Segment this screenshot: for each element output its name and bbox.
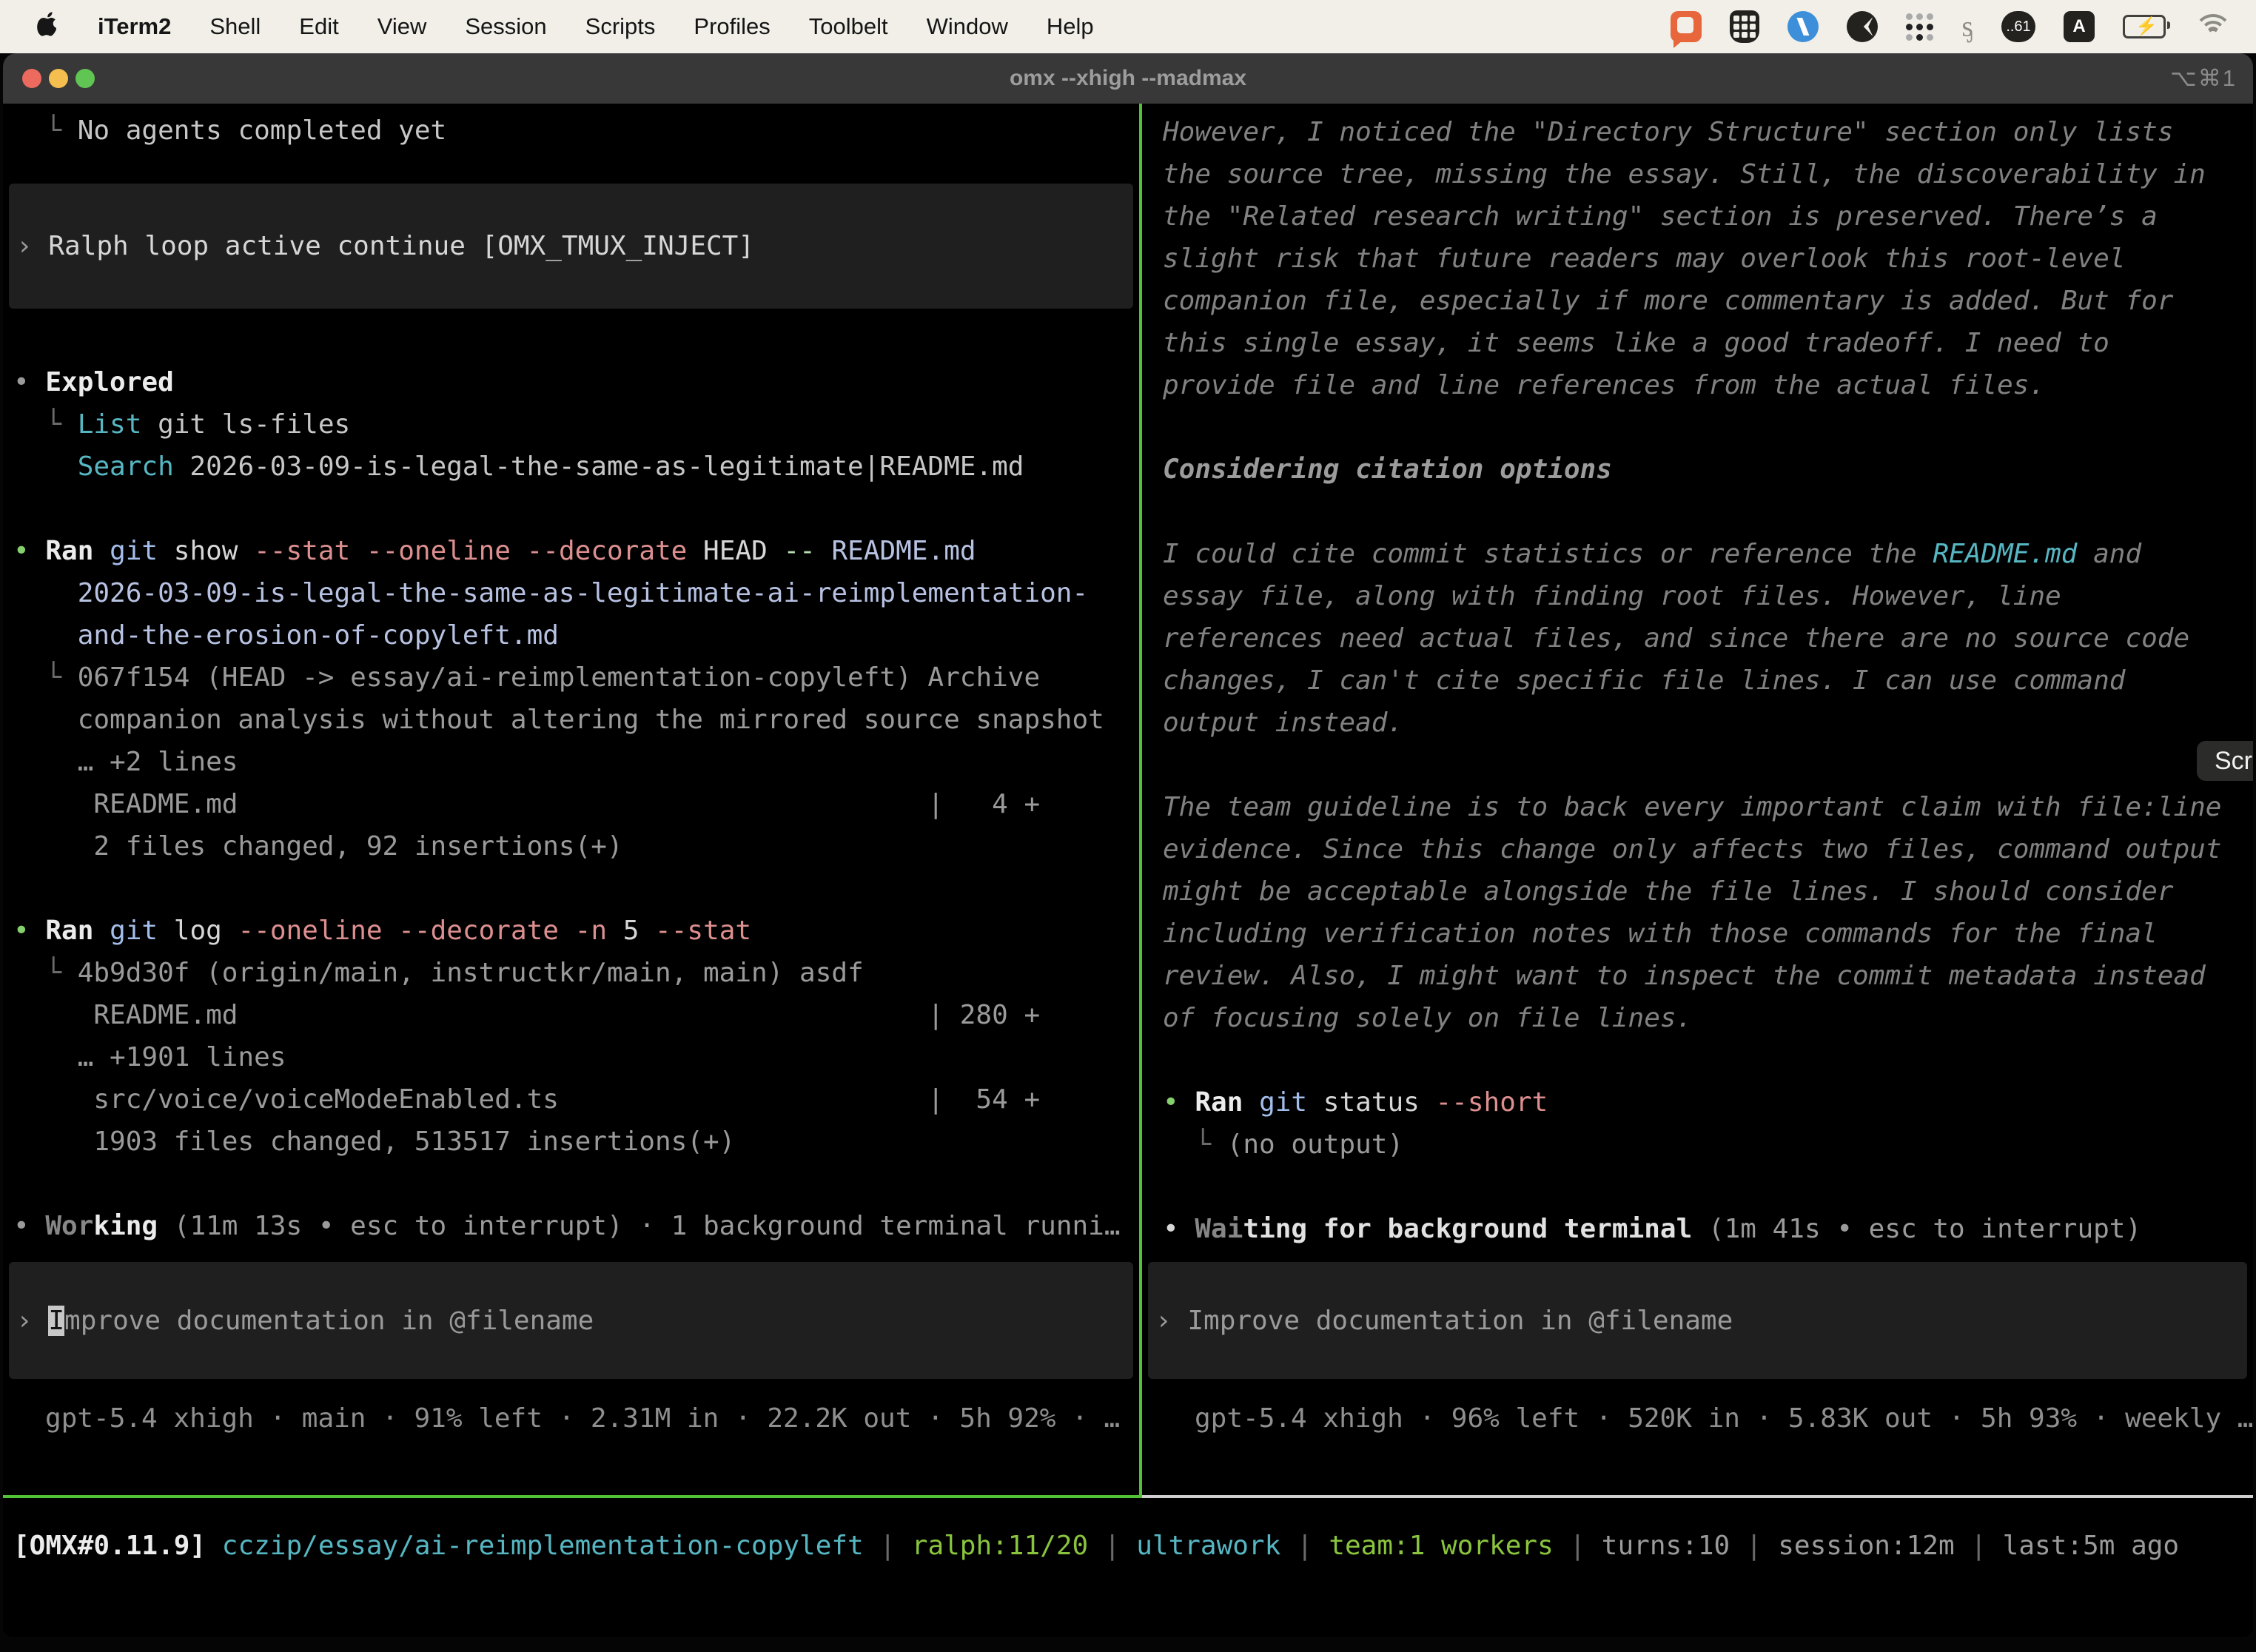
left-terminal-pane[interactable]: └ No agents completed yet › Ralph loop a… — [3, 104, 1139, 1502]
terminal-line: Considering citation options — [1163, 449, 2221, 491]
terminal-line: essay file, along with finding root file… — [1163, 575, 2221, 617]
squiggle-icon[interactable]: ᶊ — [1961, 9, 1973, 44]
terminal-line: and-the-erosion-of-copyleft.md — [13, 614, 1121, 657]
menu-items: iTerm2 Shell Edit View Session Scripts Profile… — [0, 11, 1094, 42]
right-pane-lines: However, I noticed the "Directory Struct… — [1163, 111, 2221, 1250]
terminal-line — [13, 1163, 1121, 1205]
left-pane-top-lines: └ No agents completed yet — [13, 110, 446, 152]
terminal-line — [1163, 491, 2221, 533]
terminal-line — [13, 488, 1121, 530]
apple-icon — [37, 11, 59, 36]
window-shortcut-badge: ⌥⌘1 — [2170, 53, 2237, 104]
terminal-line: 2 files changed, 92 insertions(+) — [13, 825, 1121, 867]
battery-percent-badge[interactable]: ..61 — [2001, 9, 2035, 44]
ralph-inject-box[interactable]: › Ralph loop active continue [OMX_TMUX_I… — [9, 184, 1133, 309]
terminal-line: evidence. Since this change only affects… — [1163, 828, 2221, 870]
right-prompt-line: › Improve documentation in @filename — [1148, 1306, 1733, 1336]
terminal-line: • Working (11m 13s • esc to interrupt) ·… — [13, 1205, 1121, 1247]
terminal-line: The team guideline is to back every impo… — [1163, 786, 2221, 828]
terminal-line: of focusing solely on file lines. — [1163, 997, 2221, 1039]
left-prompt-line: › Improve documentation in @filename — [9, 1306, 594, 1336]
terminal-line: output instead. — [1163, 702, 2221, 744]
battery-icon[interactable]: ⚡ — [2123, 9, 2166, 44]
terminal-line — [1163, 1039, 2221, 1081]
terminal-line: README.md | 4 + — [13, 783, 1121, 825]
terminal-line: companion file, especially if more comme… — [1163, 280, 2221, 322]
terminal-line: I could cite commit statistics or refere… — [1163, 533, 2221, 575]
keyboard-input-icon[interactable]: A — [2064, 9, 2095, 44]
terminal-line: the source tree, missing the essay. Stil… — [1163, 153, 2221, 195]
menu-item-shell[interactable]: Shell — [209, 13, 261, 40]
left-pane-log-lines: • Explored └ List git ls-files Search 20… — [13, 361, 1121, 1247]
terminal-line: • Ran git log --oneline --decorate -n 5 … — [13, 910, 1121, 952]
terminal-line: provide file and line references from th… — [1163, 364, 2221, 406]
terminal-line: … +2 lines — [13, 741, 1121, 783]
left-model-status: gpt-5.4 xhigh · main · 91% left · 2.31M … — [45, 1397, 1120, 1440]
chat-app-icon[interactable] — [1671, 9, 1702, 44]
terminal-line: └ 067f154 (HEAD -> essay/ai-reimplementa… — [13, 657, 1121, 699]
terminal-line: might be acceptable alongside the file l… — [1163, 870, 2221, 913]
menu-item-session[interactable]: Session — [465, 13, 546, 40]
terminal-line: the "Related research writing" section i… — [1163, 195, 2221, 238]
wifi-icon[interactable] — [2194, 9, 2226, 44]
terminal-line — [1163, 406, 2221, 449]
terminal-line: └ List git ls-files — [13, 403, 1121, 446]
terminal-line — [1163, 744, 2221, 786]
menu-bar: iTerm2 Shell Edit View Session Scripts Profile… — [0, 0, 2256, 53]
terminal-line: • Waiting for background terminal (1m 41… — [1163, 1208, 2221, 1250]
terminal-line: companion analysis without altering the … — [13, 699, 1121, 741]
terminal-line: • Ran git status --short — [1163, 1081, 2221, 1124]
terminal-area: └ No agents completed yet › Ralph loop a… — [3, 104, 2253, 1637]
menu-item-scripts[interactable]: Scripts — [585, 13, 656, 40]
menu-status-icons: ᶊ ..61 A ⚡ — [1671, 9, 2256, 44]
right-model-status: gpt-5.4 xhigh · 96% left · 520K in · 5.8… — [1195, 1397, 2253, 1440]
right-pane-border — [1142, 1495, 2253, 1498]
terminal-line: Search 2026-03-09-is-legal-the-same-as-l… — [13, 446, 1121, 488]
ralph-inject-line: › Ralph loop active continue [OMX_TMUX_I… — [9, 231, 754, 261]
right-prompt-input[interactable]: › Improve documentation in @filename — [1148, 1262, 2247, 1379]
terminal-line: 2026-03-09-is-legal-the-same-as-legitima… — [13, 572, 1121, 614]
terminal-line: • Ran git show --stat --oneline --decora… — [13, 530, 1121, 572]
terminal-line: review. Also, I might want to inspect th… — [1163, 955, 2221, 997]
terminal-line: … +1901 lines — [13, 1036, 1121, 1078]
blue-badge-icon[interactable] — [1787, 9, 1819, 44]
iterm-window: omx --xhigh --madmax ⌥⌘1 └ No agents com… — [3, 53, 2253, 1637]
right-terminal-pane[interactable]: However, I noticed the "Directory Struct… — [1142, 104, 2253, 1502]
menu-item-edit[interactable]: Edit — [299, 13, 338, 40]
menu-item-iterm2[interactable]: iTerm2 — [98, 13, 171, 40]
menu-item-window[interactable]: Window — [927, 13, 1008, 40]
dots-grid-icon[interactable] — [1906, 9, 1933, 44]
terminal-line: • Explored — [13, 361, 1121, 403]
terminal-line: However, I noticed the "Directory Struct… — [1163, 111, 2221, 153]
left-pane-border — [3, 1495, 1139, 1498]
terminal-line: src/voice/voiceModeEnabled.ts | 54 + — [13, 1078, 1121, 1121]
window-title: omx --xhigh --madmax — [3, 53, 2253, 104]
terminal-line: └ 4b9d30f (origin/main, instructkr/main,… — [13, 952, 1121, 994]
terminal-line: including verification notes with those … — [1163, 913, 2221, 955]
terminal-line: README.md | 280 + — [13, 994, 1121, 1036]
terminal-line: references need actual files, and since … — [1163, 617, 2221, 659]
terminal-line: 1903 files changed, 513517 insertions(+) — [13, 1121, 1121, 1163]
window-titlebar[interactable]: omx --xhigh --madmax ⌥⌘1 — [3, 53, 2253, 104]
shield-grid-icon[interactable] — [1730, 9, 1759, 44]
terminal-line — [13, 867, 1121, 910]
apple-menu[interactable] — [37, 11, 59, 42]
terminal-line: slight risk that future readers may over… — [1163, 238, 2221, 280]
terminal-line: └ (no output) — [1163, 1124, 2221, 1166]
left-prompt-input[interactable]: › Improve documentation in @filename — [9, 1262, 1133, 1379]
dark-wedge-icon[interactable] — [1847, 9, 1878, 44]
menu-item-toolbelt[interactable]: Toolbelt — [809, 13, 888, 40]
terminal-line — [1163, 1166, 2221, 1208]
menu-item-help[interactable]: Help — [1047, 13, 1094, 40]
screen-overlay-badge: Scre — [2197, 741, 2253, 781]
menu-item-profiles[interactable]: Profiles — [694, 13, 770, 40]
terminal-line: changes, I can't cite specific file line… — [1163, 659, 2221, 702]
terminal-line: this single essay, it seems like a good … — [1163, 322, 2221, 364]
terminal-line: └ No agents completed yet — [13, 110, 446, 152]
omx-status-bar: [OMX#0.11.9] cczip/essay/ai-reimplementa… — [13, 1525, 2179, 1567]
menu-item-view[interactable]: View — [377, 13, 427, 40]
